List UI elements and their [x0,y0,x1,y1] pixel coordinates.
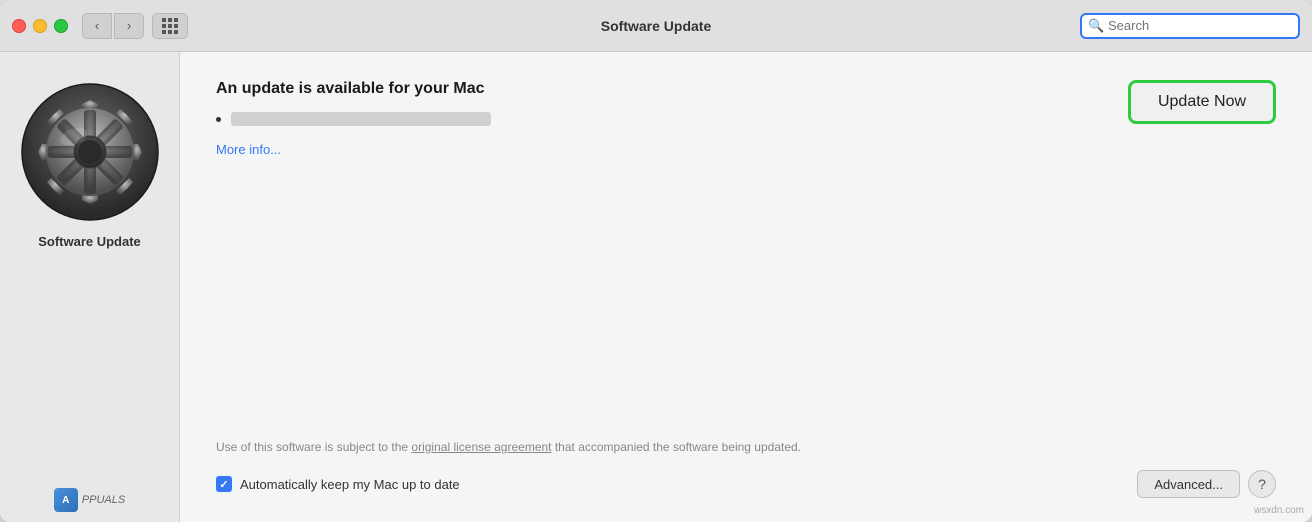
more-info-link[interactable]: More info... [216,142,281,157]
auto-update-checkbox[interactable]: ✓ [216,476,232,492]
checkmark-icon: ✓ [219,478,228,491]
forward-button[interactable]: › [114,13,144,39]
update-section: An update is available for your Mac More… [216,80,1276,159]
traffic-lights [12,19,68,33]
advanced-button[interactable]: Advanced... [1137,470,1240,498]
main-panel: An update is available for your Mac More… [180,52,1312,522]
window-title: Software Update [601,18,711,34]
content-area: Software Update A PPUALS An update is av… [0,52,1312,522]
appuals-icon: A [54,488,78,512]
nav-buttons: ‹ › [82,13,144,39]
sidebar-label: Software Update [38,234,141,249]
update-item-text-placeholder [231,112,491,126]
update-title: An update is available for your Mac [216,80,1098,98]
back-button[interactable]: ‹ [82,13,112,39]
grid-button[interactable] [152,13,188,39]
maximize-button[interactable] [54,19,68,33]
update-now-button[interactable]: Update Now [1128,80,1276,124]
bottom-row: ✓ Automatically keep my Mac up to date A… [216,470,1276,498]
auto-update-label: Automatically keep my Mac up to date [240,477,460,492]
sidebar: Software Update A PPUALS [0,52,180,522]
license-link[interactable]: original license agreement [411,440,551,454]
search-icon: 🔍 [1088,18,1104,34]
minimize-button[interactable] [33,19,47,33]
license-text-part1: Use of this software is subject to the [216,440,411,454]
wsxdn-watermark: wsxdn.com [1254,505,1304,516]
license-text: Use of this software is subject to the o… [216,438,866,456]
right-buttons: Advanced... ? [1137,470,1276,498]
software-update-icon [20,82,160,222]
update-info: An update is available for your Mac More… [216,80,1098,159]
search-wrapper: 🔍 [1080,13,1300,39]
license-text-part2: that accompanied the software being upda… [552,440,802,454]
appuals-text: PPUALS [82,494,125,506]
update-item [216,112,1098,126]
grid-icon [162,18,178,34]
watermark: A PPUALS [54,488,125,522]
search-input[interactable] [1080,13,1300,39]
checkbox-row: ✓ Automatically keep my Mac up to date [216,476,460,492]
license-section: Use of this software is subject to the o… [216,418,1276,498]
help-button[interactable]: ? [1248,470,1276,498]
spacer [216,175,1276,418]
titlebar: ‹ › Software Update 🔍 [0,0,1312,52]
close-button[interactable] [12,19,26,33]
bullet-icon [216,117,221,122]
